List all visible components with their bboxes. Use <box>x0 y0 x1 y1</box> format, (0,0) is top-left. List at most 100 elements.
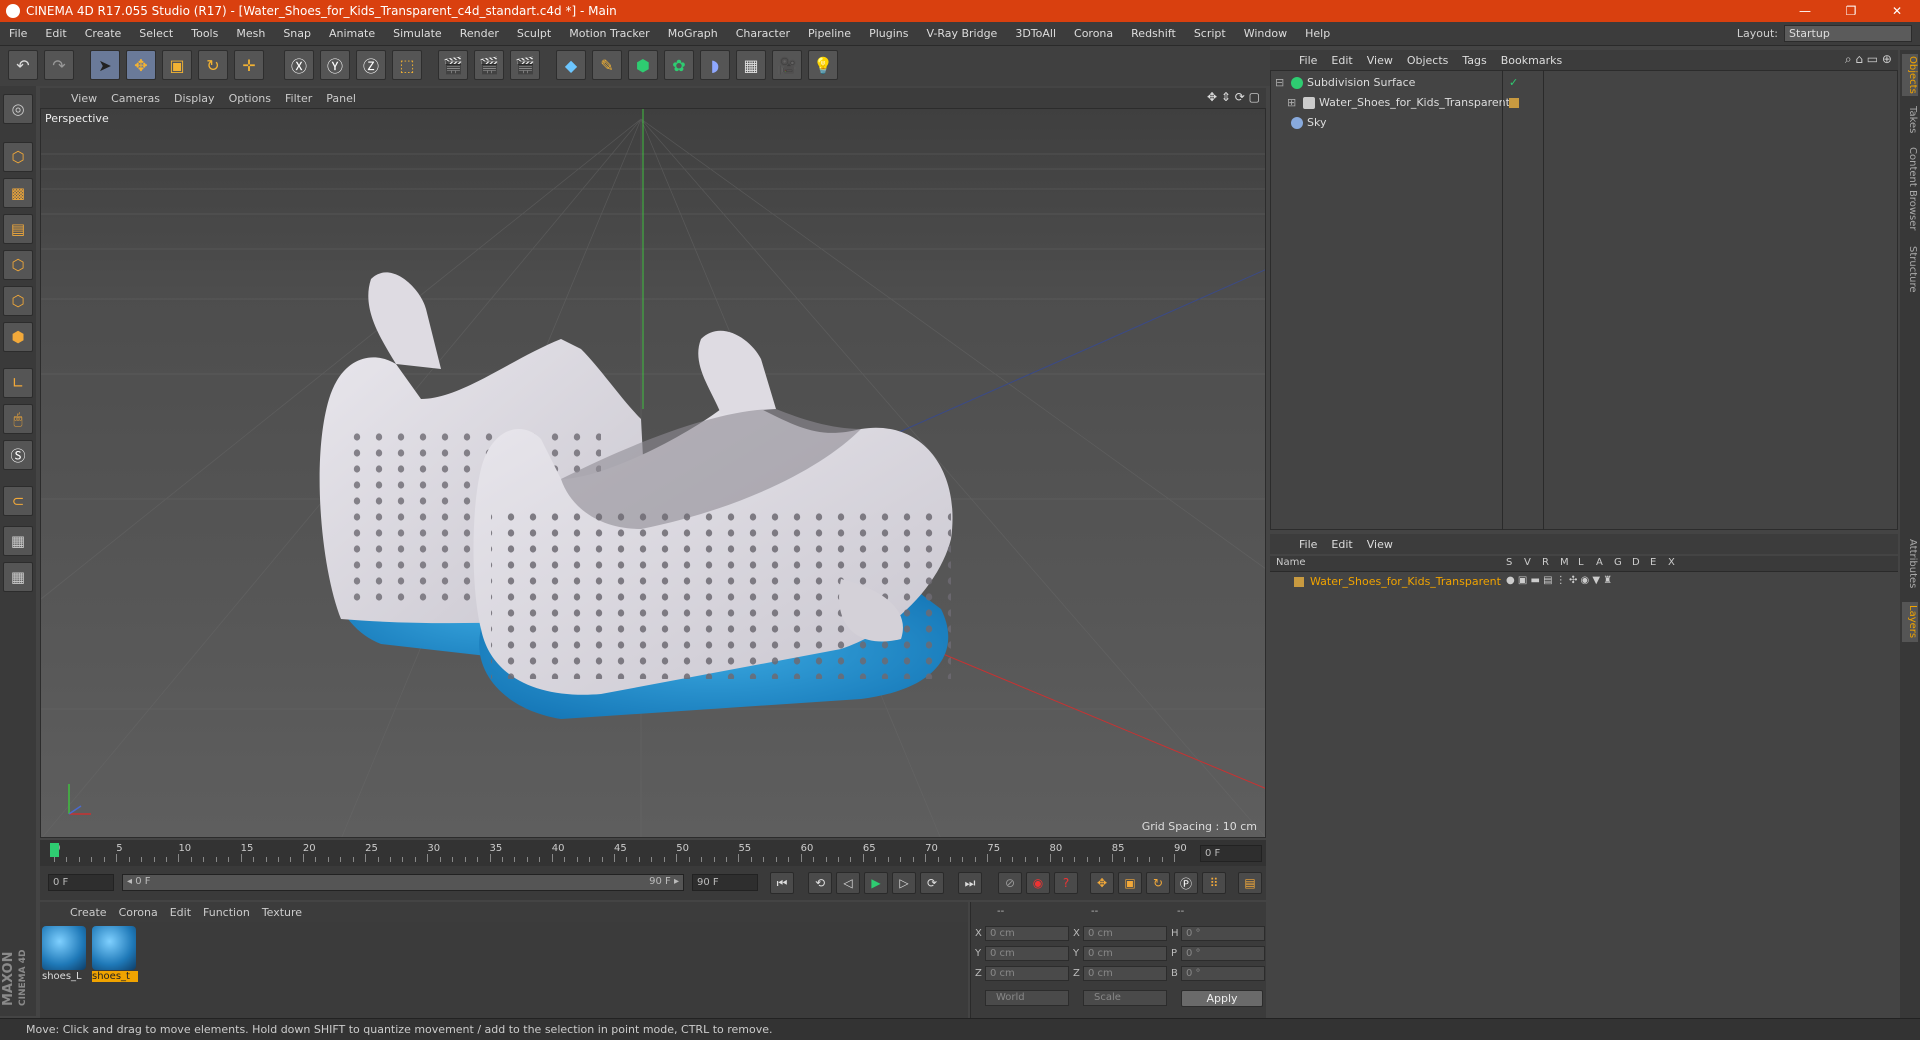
viewport-menu-cameras[interactable]: Cameras <box>104 92 167 105</box>
menu-sculpt[interactable]: Sculpt <box>508 27 560 40</box>
scale-tool-icon[interactable]: ▣ <box>162 50 192 80</box>
material-menu-function[interactable]: Function <box>197 906 256 919</box>
size-z-field[interactable]: 0 cm <box>1083 966 1167 981</box>
close-button[interactable]: ✕ <box>1874 0 1920 22</box>
model-mode-icon[interactable]: ⬡ <box>3 142 33 172</box>
material-menu-texture[interactable]: Texture <box>256 906 308 919</box>
object-row-sky[interactable]: Sky <box>1271 113 1897 133</box>
menu-render[interactable]: Render <box>451 27 508 40</box>
menu-simulate[interactable]: Simulate <box>384 27 451 40</box>
point-level-key-icon[interactable]: ⠿ <box>1202 872 1226 894</box>
autokeying-icon[interactable]: ◉ <box>1026 872 1050 894</box>
go-to-start-icon[interactable]: ⏮ <box>770 872 794 894</box>
tab-takes[interactable]: Takes <box>1902 104 1918 136</box>
subdivision-surface-icon[interactable]: ⬢ <box>628 50 658 80</box>
previous-frame-icon[interactable]: ◁ <box>836 872 860 894</box>
viewport-menu-filter[interactable]: Filter <box>278 92 319 105</box>
menu-create[interactable]: Create <box>76 27 131 40</box>
layers-menu-edit[interactable]: Edit <box>1324 538 1359 551</box>
tab-objects[interactable]: Objects <box>1902 54 1918 96</box>
tab-structure[interactable]: Structure <box>1902 242 1918 296</box>
timeline-window-icon[interactable]: ▤ <box>1238 872 1262 894</box>
current-frame-field[interactable]: 0 F <box>1200 845 1262 862</box>
objects-menu-file[interactable]: File <box>1292 54 1324 67</box>
move-tool-icon[interactable]: ✥ <box>126 50 156 80</box>
menu-snap[interactable]: Snap <box>274 27 320 40</box>
menu-edit[interactable]: Edit <box>36 27 75 40</box>
menu-3dtoall[interactable]: 3DToAll <box>1006 27 1065 40</box>
menu-motion-tracker[interactable]: Motion Tracker <box>560 27 658 40</box>
layer-row[interactable]: Water_Shoes_for_Kids_Transparent ● ▣ ▬ ▤… <box>1270 574 1896 590</box>
parameter-key-icon[interactable]: Ⓟ <box>1174 872 1198 894</box>
tweak-mode-icon[interactable]: 🖱 <box>3 404 33 434</box>
position-x-field[interactable]: 0 cm <box>985 926 1069 941</box>
make-editable-icon[interactable]: ◎ <box>3 94 33 124</box>
y-axis-lock-icon[interactable]: Ⓨ <box>320 50 350 80</box>
end-frame-field[interactable]: 90 F <box>692 874 758 891</box>
viewport-menu-panel[interactable]: Panel <box>319 92 363 105</box>
menu-pipeline[interactable]: Pipeline <box>799 27 860 40</box>
size-x-field[interactable]: 0 cm <box>1083 926 1167 941</box>
mograph-cloner-icon[interactable]: ✿ <box>664 50 694 80</box>
menu-script[interactable]: Script <box>1185 27 1235 40</box>
material-menu-create[interactable]: Create <box>64 906 113 919</box>
menu-corona[interactable]: Corona <box>1065 27 1122 40</box>
go-to-end-icon[interactable]: ⏭ <box>958 872 982 894</box>
rotation-b-field[interactable]: 0 ° <box>1181 966 1265 981</box>
rotate-tool-icon[interactable]: ↻ <box>198 50 228 80</box>
render-view-icon[interactable]: 🎬 <box>438 50 468 80</box>
z-axis-lock-icon[interactable]: Ⓩ <box>356 50 386 80</box>
light-icon[interactable]: 💡 <box>808 50 838 80</box>
objects-menu-bookmarks[interactable]: Bookmarks <box>1494 54 1569 67</box>
deformer-icon[interactable]: ◗ <box>700 50 730 80</box>
layer-color-swatch[interactable] <box>1294 577 1304 587</box>
material-swatch-selected[interactable]: shoes_t <box>92 926 138 984</box>
frame-range-slider[interactable]: ◂ 0 F 90 F ▸ <box>122 874 684 891</box>
coordinate-space-dropdown[interactable]: World <box>985 990 1069 1006</box>
camera-icon[interactable]: 🎥 <box>772 50 802 80</box>
render-settings-icon[interactable]: 🎬 <box>510 50 540 80</box>
menu-select[interactable]: Select <box>130 27 182 40</box>
render-picture-viewer-icon[interactable]: 🎬 <box>474 50 504 80</box>
menu-file[interactable]: File <box>0 27 36 40</box>
restore-button[interactable]: ❐ <box>1828 0 1874 22</box>
playhead-marker[interactable] <box>50 843 59 857</box>
menu-mesh[interactable]: Mesh <box>227 27 274 40</box>
perspective-viewport[interactable]: Perspective Grid Spacing : 10 cm <box>40 108 1266 838</box>
menu-tools[interactable]: Tools <box>182 27 227 40</box>
menu-mograph[interactable]: MoGraph <box>659 27 727 40</box>
magnet-icon[interactable]: ⊂ <box>3 486 33 516</box>
snapping-icon[interactable]: Ⓢ <box>3 440 33 470</box>
play-forward-icon[interactable]: ▶ <box>864 872 888 894</box>
tab-layers[interactable]: Layers <box>1902 602 1918 642</box>
select-cursor-icon[interactable]: ➤ <box>90 50 120 80</box>
material-menu-corona[interactable]: Corona <box>113 906 164 919</box>
layers-menu-view[interactable]: View <box>1360 538 1400 551</box>
cube-primitive-icon[interactable]: ◆ <box>556 50 586 80</box>
record-active-objects-icon[interactable]: ⊘ <box>998 872 1022 894</box>
layer-flag-icons[interactable]: ● ▣ ▬ ▤ ⋮ ✣ ◉ ▼ ♜ <box>1506 575 1612 586</box>
objects-menu-view[interactable]: View <box>1360 54 1400 67</box>
expand-toggle-icon[interactable]: ⊞ <box>1287 96 1296 109</box>
points-mode-icon[interactable]: ⬡ <box>3 250 33 280</box>
planar-workplane-icon[interactable]: ▦ <box>3 562 33 592</box>
edges-mode-icon[interactable]: ⬡ <box>3 286 33 316</box>
layers-menu-file[interactable]: File <box>1292 538 1324 551</box>
next-frame-icon[interactable]: ▷ <box>892 872 916 894</box>
layout-select[interactable]: Startup <box>1784 25 1912 42</box>
material-swatch[interactable]: shoes_L <box>42 926 88 984</box>
objects-menu-tags[interactable]: Tags <box>1455 54 1493 67</box>
redo-icon[interactable]: ↷ <box>44 50 74 80</box>
previous-key-icon[interactable]: ⟲ <box>808 872 832 894</box>
axis-mode-icon[interactable]: ∟ <box>3 368 33 398</box>
position-key-icon[interactable]: ✥ <box>1090 872 1114 894</box>
rotation-h-field[interactable]: 0 ° <box>1181 926 1265 941</box>
viewport-menu-display[interactable]: Display <box>167 92 222 105</box>
transform-mode-dropdown[interactable]: Scale <box>1083 990 1167 1006</box>
menu-help[interactable]: Help <box>1296 27 1339 40</box>
tab-content-browser[interactable]: Content Browser <box>1902 144 1918 234</box>
object-row-water-shoes[interactable]: ⊞ Water_Shoes_for_Kids_Transparent <box>1271 93 1897 113</box>
keyframe-selection-icon[interactable]: ? <box>1054 872 1078 894</box>
tab-attributes[interactable]: Attributes <box>1902 534 1918 594</box>
object-manager-search-icon[interactable]: ⌕ ⌂ ▭ ⊕ <box>1845 52 1892 67</box>
